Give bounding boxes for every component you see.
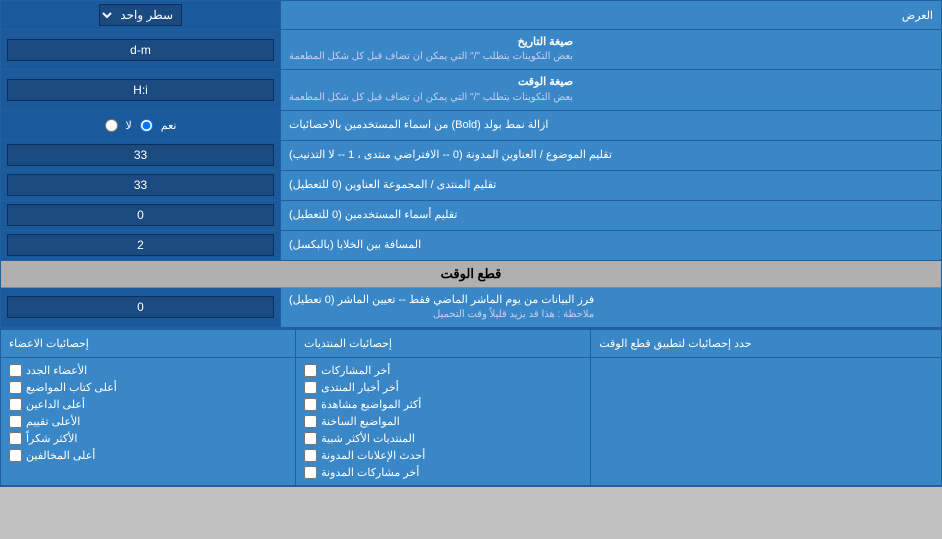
time-cut-input[interactable] <box>7 296 274 318</box>
bold-remove-label: ازالة نمط بولد (Bold) من اسماء المستخدمي… <box>281 111 941 140</box>
radio-no-label: لا <box>126 119 132 132</box>
checkbox-top-writers[interactable] <box>9 381 22 394</box>
time-cut-header: قطع الوقت <box>1 261 941 288</box>
time-format-input-container <box>1 70 281 109</box>
cell-spacing-row: المسافة بين الخلايا (بالبكسل) <box>1 231 941 261</box>
checkbox-new-members[interactable] <box>9 364 22 377</box>
usernames-trim-row: تقليم أسماء المستخدمين (0 للتعطيل) <box>1 201 941 231</box>
list-item: أخر أخبار المنتدى <box>304 379 582 396</box>
display-label: العرض <box>281 5 941 26</box>
radio-no[interactable] <box>105 119 118 132</box>
topics-count-row: تقليم الموضوع / العناوين المدونة (0 -- ا… <box>1 141 941 171</box>
checkboxes-content: أخر المشاركات أخر أخبار المنتدى أكثر الم… <box>1 358 941 486</box>
display-select[interactable]: سطر واحد <box>99 4 182 26</box>
list-item: أخر مشاركات المدونة <box>304 464 582 481</box>
checkboxes-section: حدد إحصائيات لتطبيق قطع الوقت إحصائيات ا… <box>1 328 941 486</box>
list-item: الأعلى تقييم <box>9 413 287 430</box>
list-item: المنتديات الأكثر شبية <box>304 430 582 447</box>
checkbox-forum-news[interactable] <box>304 381 317 394</box>
col1-header: حدد إحصائيات لتطبيق قطع الوقت <box>591 330 941 357</box>
checkbox-popular-forums[interactable] <box>304 432 317 445</box>
time-cut-row: فرز البيانات من يوم الماشر الماضي فقط --… <box>1 288 941 328</box>
list-item: الأعضاء الجدد <box>9 362 287 379</box>
radio-yes-label: نعم <box>161 119 177 132</box>
radio-yes[interactable] <box>140 119 153 132</box>
list-item: أعلى المخالفين <box>9 447 287 464</box>
col2-checkboxes: أخر المشاركات أخر أخبار المنتدى أكثر الم… <box>296 358 591 485</box>
date-format-label: صيغة التاريخ بعض التكوينات يتطلب "/" الت… <box>281 30 941 69</box>
forum-trim-label: تقليم المنتدى / المجموعة العناوين (0 للت… <box>281 171 941 200</box>
display-row: العرض سطر واحد <box>1 1 941 30</box>
forum-trim-row: تقليم المنتدى / المجموعة العناوين (0 للت… <box>1 171 941 201</box>
checkbox-top-violators[interactable] <box>9 449 22 462</box>
list-item: المواضيع الساخنة <box>304 413 582 430</box>
col3-checkboxes: الأعضاء الجدد أعلى كتاب المواضيع أعلى ال… <box>1 358 296 485</box>
list-item: أعلى الداعين <box>9 396 287 413</box>
date-format-row: صيغة التاريخ بعض التكوينات يتطلب "/" الت… <box>1 30 941 70</box>
checkbox-announcements[interactable] <box>304 449 317 462</box>
col1-empty <box>591 358 941 485</box>
checkboxes-header-row: حدد إحصائيات لتطبيق قطع الوقت إحصائيات ا… <box>1 330 941 358</box>
checkbox-blog-posts[interactable] <box>304 466 317 479</box>
forum-trim-input[interactable] <box>7 174 274 196</box>
main-container: العرض سطر واحد صيغة التاريخ بعض التكوينا… <box>0 0 942 487</box>
time-format-input[interactable] <box>7 79 274 101</box>
topics-count-input-container <box>1 141 281 170</box>
list-item: أحدث الإعلانات المدونة <box>304 447 582 464</box>
checkbox-most-viewed[interactable] <box>304 398 317 411</box>
time-format-label: صيغة الوقت بعض التكوينات يتطلب "/" التي … <box>281 70 941 109</box>
checkbox-top-inviters[interactable] <box>9 398 22 411</box>
list-item: أخر المشاركات <box>304 362 582 379</box>
list-item: أكثر المواضيع مشاهدة <box>304 396 582 413</box>
cell-spacing-input-container <box>1 231 281 260</box>
time-format-row: صيغة الوقت بعض التكوينات يتطلب "/" التي … <box>1 70 941 110</box>
list-item: أعلى كتاب المواضيع <box>9 379 287 396</box>
bold-radio-group: نعم لا <box>101 117 181 134</box>
usernames-trim-input-container <box>1 201 281 230</box>
col3-header: إحصائيات الاعضاء <box>1 330 296 357</box>
cell-spacing-label: المسافة بين الخلايا (بالبكسل) <box>281 231 941 260</box>
bold-remove-input-container: نعم لا <box>1 111 281 140</box>
usernames-trim-label: تقليم أسماء المستخدمين (0 للتعطيل) <box>281 201 941 230</box>
checkbox-top-rated[interactable] <box>9 415 22 428</box>
bold-remove-row: ازالة نمط بولد (Bold) من اسماء المستخدمي… <box>1 111 941 141</box>
date-format-input-container <box>1 30 281 69</box>
cell-spacing-input[interactable] <box>7 234 274 256</box>
topics-count-label: تقليم الموضوع / العناوين المدونة (0 -- ا… <box>281 141 941 170</box>
time-cut-input-container <box>1 288 281 327</box>
checkbox-posts[interactable] <box>304 364 317 377</box>
usernames-trim-input[interactable] <box>7 204 274 226</box>
forum-trim-input-container <box>1 171 281 200</box>
checkbox-most-thanked[interactable] <box>9 432 22 445</box>
checkbox-hot-topics[interactable] <box>304 415 317 428</box>
time-cut-label: فرز البيانات من يوم الماشر الماضي فقط --… <box>281 288 941 327</box>
col2-header: إحصائيات المنتديات <box>296 330 591 357</box>
topics-count-input[interactable] <box>7 144 274 166</box>
list-item: الأكثر شكراً <box>9 430 287 447</box>
display-select-container: سطر واحد <box>1 1 281 29</box>
date-format-input[interactable] <box>7 39 274 61</box>
